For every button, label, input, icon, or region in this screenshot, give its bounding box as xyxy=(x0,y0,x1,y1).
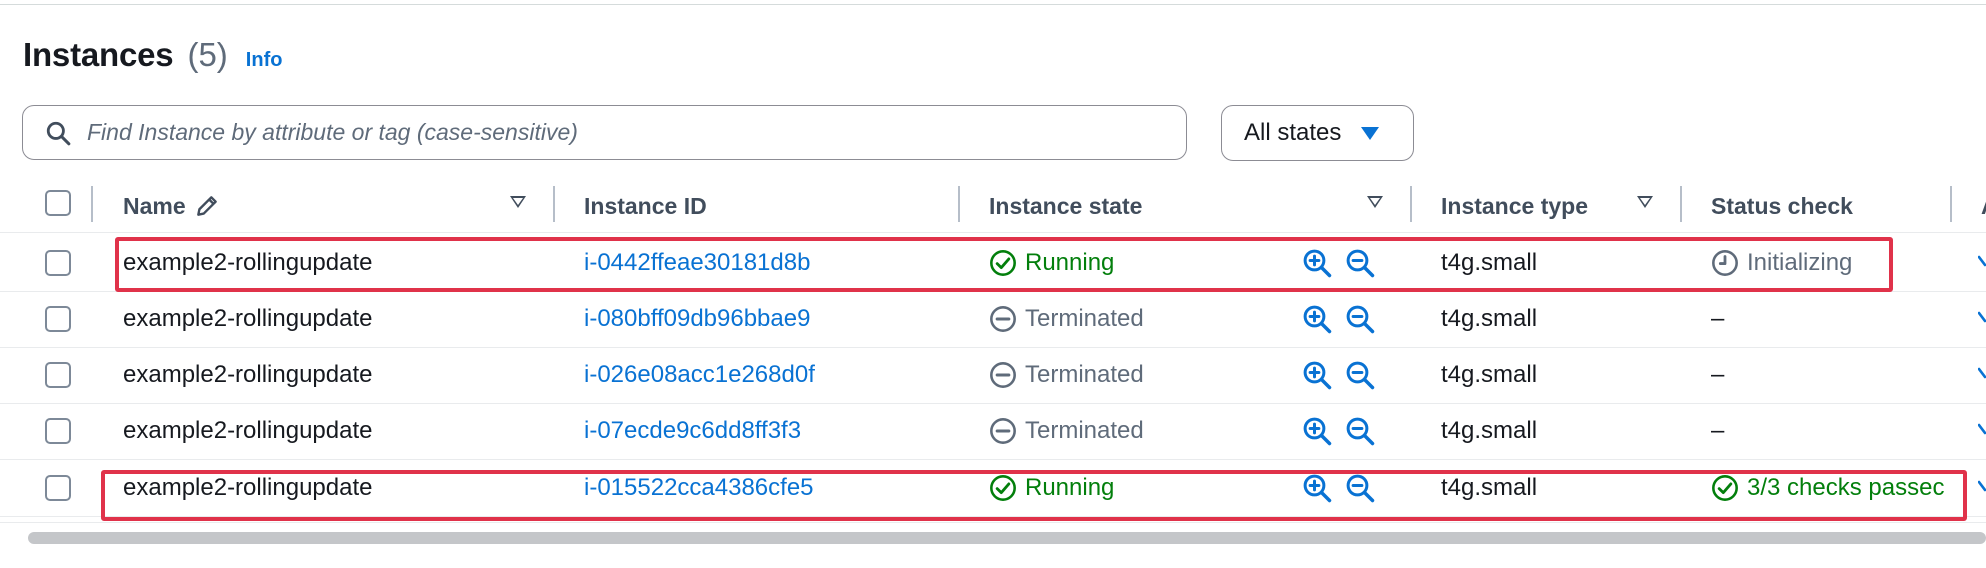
column-separator xyxy=(958,186,960,222)
column-header-instance-state[interactable]: Instance state xyxy=(989,180,1142,232)
top-divider xyxy=(0,4,1986,5)
chevron-down-icon[interactable] xyxy=(1978,460,1986,516)
row-checkbox[interactable] xyxy=(45,362,71,388)
zoom-in-icon[interactable] xyxy=(1302,416,1332,446)
instance-id-link[interactable]: i-080bff09db96bbae9 xyxy=(584,291,810,347)
row-checkbox[interactable] xyxy=(45,418,71,444)
row-checkbox[interactable] xyxy=(45,306,71,332)
search-icon xyxy=(46,121,71,145)
page-title: Instances xyxy=(23,36,174,73)
state-filter-dropdown[interactable]: All states xyxy=(1221,105,1414,161)
highlight-box xyxy=(115,237,1893,292)
instance-name: example2-rollingupdate xyxy=(123,305,373,332)
table-bottom-border xyxy=(0,522,1986,523)
column-separator xyxy=(1950,186,1952,222)
instance-type: t4g.small xyxy=(1441,361,1538,388)
instance-type: t4g.small xyxy=(1441,417,1538,444)
chevron-down-icon[interactable] xyxy=(1978,291,1986,347)
page-header: Instances (5) Info xyxy=(23,36,282,74)
chevron-down-icon[interactable] xyxy=(1978,235,1986,291)
minus-circle-icon xyxy=(990,362,1016,388)
table-row[interactable]: example2-rollingupdate i-07ecde9c6dd8ff3f… xyxy=(0,403,1986,460)
instance-state: Terminated xyxy=(989,291,1144,347)
highlight-box xyxy=(101,470,1967,521)
select-all-checkbox[interactable] xyxy=(45,190,71,216)
sort-caret-icon[interactable] xyxy=(510,196,526,208)
instance-state: Terminated xyxy=(989,347,1144,403)
sort-caret-icon[interactable] xyxy=(1637,196,1653,208)
instance-name: example2-rollingupdate xyxy=(123,361,373,388)
instance-state-label: Terminated xyxy=(1025,305,1144,332)
column-header-name[interactable]: Name xyxy=(123,180,220,232)
instance-id-link[interactable]: i-07ecde9c6dd8ff3f3 xyxy=(584,403,801,459)
minus-circle-icon xyxy=(990,306,1016,332)
column-header-status-check[interactable]: Status check xyxy=(1711,180,1853,232)
info-link[interactable]: Info xyxy=(246,49,283,72)
instance-name: example2-rollingupdate xyxy=(123,417,373,444)
column-header-partial[interactable]: A xyxy=(1981,180,1986,232)
table-row[interactable]: example2-rollingupdate i-026e08acc1e268d0… xyxy=(0,347,1986,404)
column-separator xyxy=(1410,186,1412,222)
status-check-label: – xyxy=(1711,417,1725,444)
column-header-instance-id[interactable]: Instance ID xyxy=(584,180,707,232)
status-check: – xyxy=(1711,291,1951,347)
column-separator xyxy=(553,186,555,222)
chevron-down-icon[interactable] xyxy=(1978,347,1986,403)
search-bar[interactable] xyxy=(22,105,1187,160)
column-separator xyxy=(91,186,93,222)
status-check-label: – xyxy=(1711,305,1725,332)
status-check-label: – xyxy=(1711,361,1725,388)
sort-caret-icon[interactable] xyxy=(1367,196,1383,208)
zoom-in-icon[interactable] xyxy=(1302,304,1332,334)
horizontal-scrollbar[interactable] xyxy=(28,532,1986,544)
status-check: – xyxy=(1711,347,1951,403)
row-checkbox[interactable] xyxy=(45,250,71,276)
caret-down-icon xyxy=(1361,126,1380,140)
table-row[interactable]: example2-rollingupdate i-080bff09db96bbae… xyxy=(0,291,1986,348)
status-check: – xyxy=(1711,403,1951,459)
instance-state-label: Terminated xyxy=(1025,361,1144,388)
zoom-out-icon[interactable] xyxy=(1345,416,1375,446)
column-separator xyxy=(1680,186,1682,222)
chevron-down-icon[interactable] xyxy=(1978,403,1986,459)
instance-id-link[interactable]: i-026e08acc1e268d0f xyxy=(584,347,815,403)
zoom-out-icon[interactable] xyxy=(1345,360,1375,390)
state-filter-label: All states xyxy=(1244,119,1342,146)
instance-count: (5) xyxy=(187,36,228,73)
zoom-out-icon[interactable] xyxy=(1345,304,1375,334)
instance-type: t4g.small xyxy=(1441,305,1538,332)
zoom-in-icon[interactable] xyxy=(1302,360,1332,390)
row-checkbox[interactable] xyxy=(45,475,71,501)
minus-circle-icon xyxy=(990,418,1016,444)
instance-state: Terminated xyxy=(989,403,1144,459)
search-input[interactable] xyxy=(85,118,1139,147)
instance-state-label: Terminated xyxy=(1025,417,1144,444)
column-header-instance-type[interactable]: Instance type xyxy=(1441,180,1588,232)
pencil-icon xyxy=(196,196,217,216)
